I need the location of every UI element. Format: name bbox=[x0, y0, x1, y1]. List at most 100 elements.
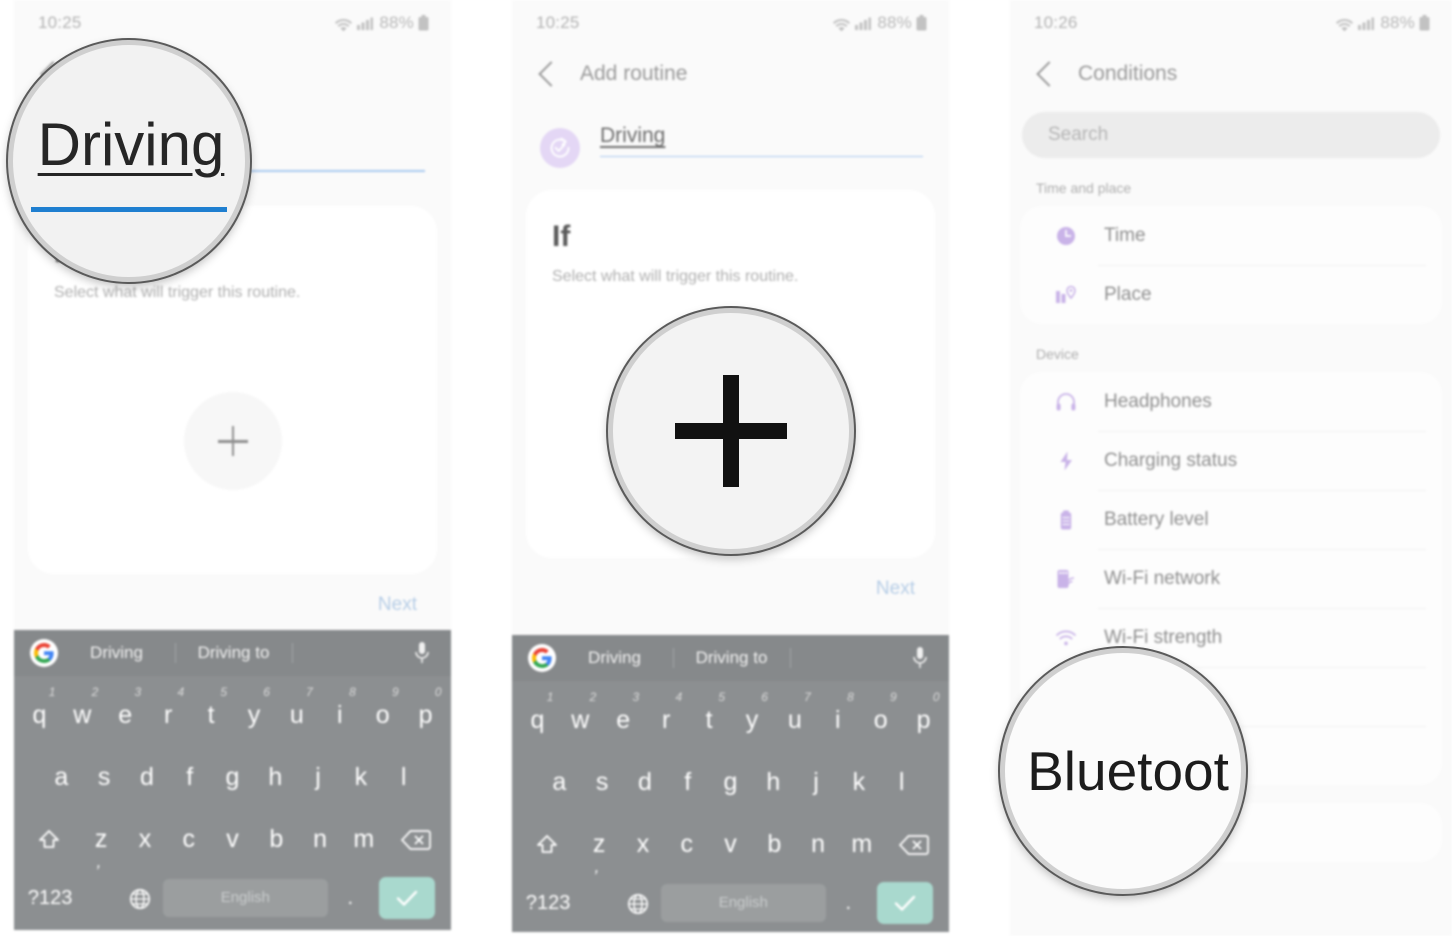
key-d[interactable]: d bbox=[624, 751, 667, 813]
suggestion-item[interactable]: Driving to bbox=[175, 643, 292, 663]
key-b[interactable]: b bbox=[752, 813, 796, 875]
list-item-label: Battery level bbox=[1104, 508, 1209, 530]
key-s[interactable]: s bbox=[83, 746, 126, 808]
back-icon[interactable] bbox=[538, 61, 564, 87]
key-c[interactable]: c bbox=[665, 813, 709, 875]
wifi-strength-icon bbox=[1054, 627, 1078, 649]
key-w[interactable]: 2w bbox=[559, 689, 602, 751]
signal-icon bbox=[1358, 17, 1375, 30]
backspace-icon[interactable] bbox=[884, 813, 945, 875]
key-e[interactable]: 3e bbox=[104, 684, 147, 746]
key-u[interactable]: 7u bbox=[773, 689, 816, 751]
symbols-key[interactable]: ?123 bbox=[522, 875, 574, 931]
spacebar[interactable]: English bbox=[661, 884, 826, 922]
status-time: 10:25 bbox=[536, 13, 580, 32]
key-j[interactable]: j bbox=[795, 751, 838, 813]
key-h[interactable]: h bbox=[752, 751, 795, 813]
spacebar[interactable]: English bbox=[163, 879, 328, 917]
key-j[interactable]: j bbox=[297, 746, 340, 808]
key-number: 9 bbox=[889, 690, 897, 704]
key-p[interactable]: 0p bbox=[404, 684, 447, 746]
key-n[interactable]: n bbox=[298, 808, 342, 870]
period-key[interactable]: . bbox=[830, 875, 867, 931]
key-t[interactable]: 5t bbox=[190, 684, 233, 746]
key-c[interactable]: c bbox=[167, 808, 211, 870]
key-f[interactable]: f bbox=[168, 746, 211, 808]
key-b[interactable]: b bbox=[254, 808, 298, 870]
key-o[interactable]: 9o bbox=[361, 684, 404, 746]
key-x[interactable]: x bbox=[621, 813, 665, 875]
key-x[interactable]: x bbox=[123, 808, 167, 870]
next-button[interactable]: Next bbox=[378, 594, 417, 616]
microphone-icon[interactable] bbox=[907, 646, 933, 670]
suggestion-item[interactable]: Driving to bbox=[673, 648, 790, 668]
list-item-place[interactable]: Place bbox=[1020, 265, 1442, 324]
key-label: r bbox=[163, 701, 173, 729]
globe-icon[interactable] bbox=[620, 875, 657, 931]
key-s[interactable]: s bbox=[581, 751, 624, 813]
key-label: w bbox=[571, 706, 590, 734]
key-h[interactable]: h bbox=[254, 746, 297, 808]
key-v[interactable]: v bbox=[211, 808, 255, 870]
key-number: 1 bbox=[48, 685, 56, 699]
key-number: 4 bbox=[177, 685, 185, 699]
key-t[interactable]: 5t bbox=[688, 689, 731, 751]
list-item-headphones[interactable]: Headphones bbox=[1020, 372, 1442, 431]
key-m[interactable]: m bbox=[342, 808, 386, 870]
key-r[interactable]: 4r bbox=[645, 689, 688, 751]
key-k[interactable]: k bbox=[837, 751, 880, 813]
key-i[interactable]: 8i bbox=[318, 684, 361, 746]
globe-icon[interactable] bbox=[122, 870, 159, 926]
key-d[interactable]: d bbox=[126, 746, 169, 808]
key-u[interactable]: 7u bbox=[275, 684, 318, 746]
period-key[interactable]: . bbox=[332, 870, 369, 926]
google-icon[interactable] bbox=[528, 644, 556, 672]
enter-check-icon[interactable] bbox=[378, 877, 435, 919]
key-i[interactable]: 8i bbox=[816, 689, 859, 751]
key-o[interactable]: 9o bbox=[859, 689, 902, 751]
back-icon[interactable] bbox=[1036, 61, 1062, 87]
wifi-icon bbox=[335, 18, 353, 31]
suggestion-item[interactable]: Driving bbox=[58, 643, 175, 663]
key-w[interactable]: 2w bbox=[61, 684, 104, 746]
key-k[interactable]: k bbox=[339, 746, 382, 808]
suggestion-bar: Driving Driving to bbox=[14, 630, 451, 676]
microphone-icon[interactable] bbox=[409, 641, 435, 665]
search-input[interactable]: Search bbox=[1022, 112, 1440, 158]
key-a[interactable]: a bbox=[538, 751, 581, 813]
key-q[interactable]: 1q bbox=[516, 689, 559, 751]
symbols-key[interactable]: ?123 bbox=[24, 870, 76, 926]
key-g[interactable]: g bbox=[211, 746, 254, 808]
key-a[interactable]: a bbox=[40, 746, 83, 808]
list-item-charging-status[interactable]: Charging status bbox=[1020, 431, 1442, 490]
shift-icon[interactable] bbox=[516, 813, 577, 875]
key-number: 6 bbox=[761, 690, 768, 704]
google-icon[interactable] bbox=[30, 639, 58, 667]
next-button[interactable]: Next bbox=[876, 578, 915, 600]
list-item-battery-level[interactable]: Battery level bbox=[1020, 490, 1442, 549]
backspace-icon[interactable] bbox=[386, 808, 447, 870]
key-g[interactable]: g bbox=[709, 751, 752, 813]
keyboard-row-4: ?123 ☺ , English . bbox=[18, 852, 447, 930]
routine-check-icon bbox=[540, 128, 580, 168]
add-trigger-button[interactable] bbox=[183, 392, 282, 490]
shift-icon[interactable] bbox=[18, 808, 79, 870]
routine-name-input[interactable]: Driving bbox=[600, 124, 923, 157]
key-p[interactable]: 0p bbox=[902, 689, 945, 751]
key-l[interactable]: l bbox=[382, 746, 425, 808]
key-number: 5 bbox=[718, 690, 726, 704]
list-item-time[interactable]: Time bbox=[1020, 206, 1442, 265]
key-q[interactable]: 1q bbox=[18, 684, 61, 746]
list-item-wifi-network[interactable]: Wi-Fi network bbox=[1020, 549, 1442, 608]
key-r[interactable]: 4r bbox=[147, 684, 190, 746]
key-n[interactable]: n bbox=[796, 813, 840, 875]
key-m[interactable]: m bbox=[840, 813, 884, 875]
enter-check-icon[interactable] bbox=[876, 882, 933, 924]
key-l[interactable]: l bbox=[880, 751, 923, 813]
key-v[interactable]: v bbox=[709, 813, 753, 875]
suggestion-item[interactable]: Driving bbox=[556, 648, 673, 668]
key-e[interactable]: 3e bbox=[602, 689, 645, 751]
key-y[interactable]: 6y bbox=[233, 684, 276, 746]
key-f[interactable]: f bbox=[666, 751, 709, 813]
key-y[interactable]: 6y bbox=[731, 689, 774, 751]
